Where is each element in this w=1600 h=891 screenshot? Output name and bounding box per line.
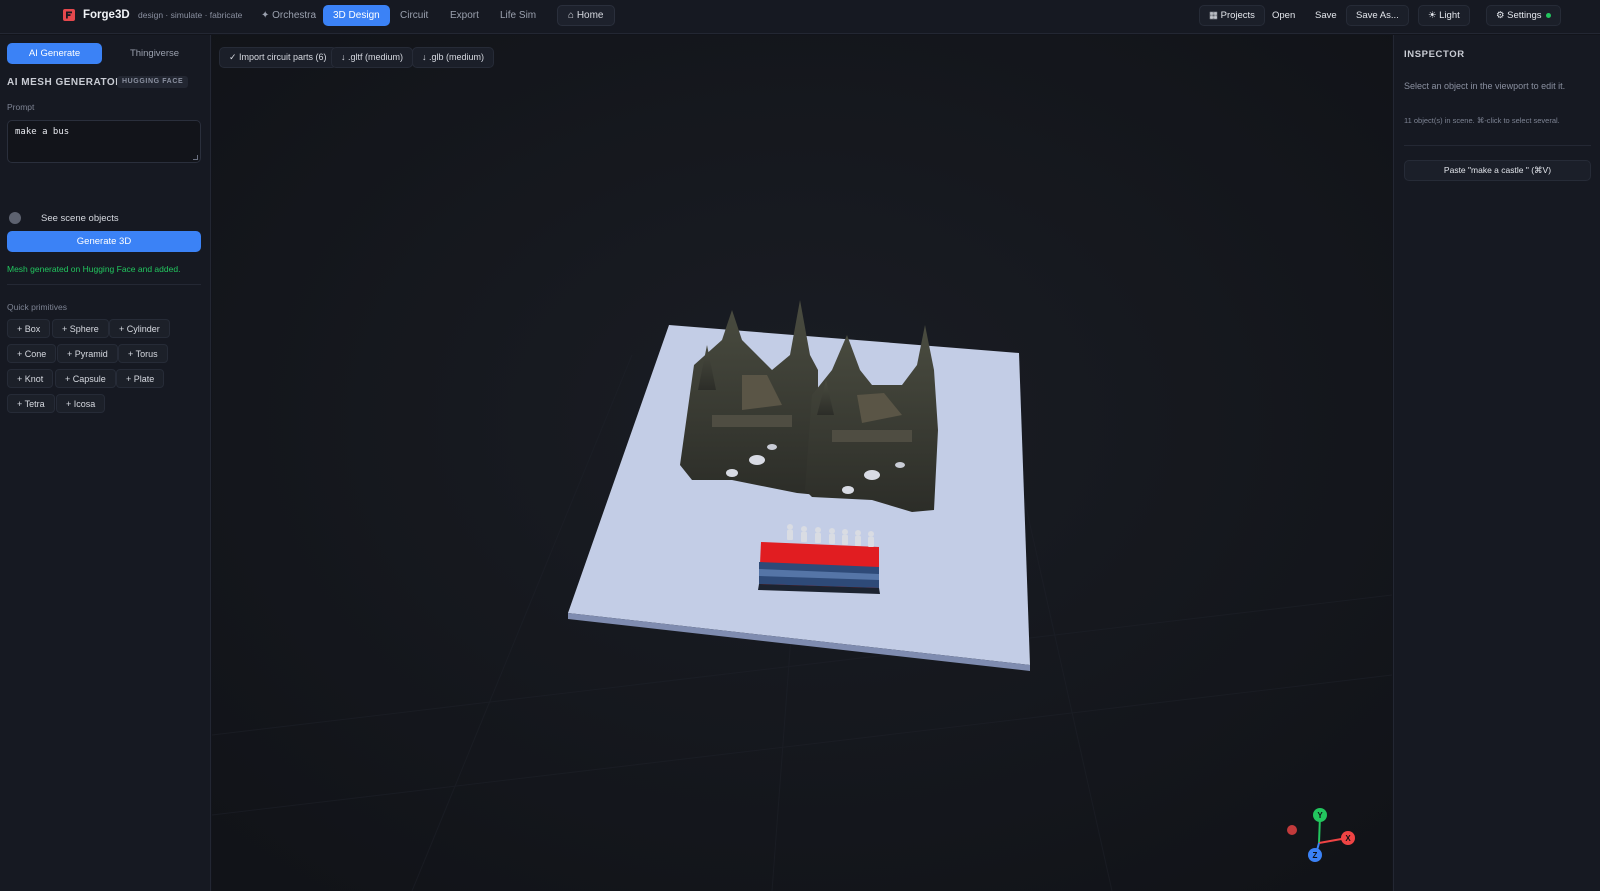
tab-ai-generate[interactable]: AI Generate — [7, 43, 102, 64]
save-as-button[interactable]: Save As... — [1346, 5, 1409, 26]
x-axis-label: X — [1345, 834, 1351, 843]
primitive-icosa-button[interactable]: + Icosa — [56, 394, 106, 413]
primitives-label: Quick primitives — [7, 302, 67, 312]
prompt-value: make a bus — [15, 127, 70, 137]
provider-badge: HUGGING FACE — [117, 76, 189, 88]
settings-button[interactable]: ⚙ Settings — [1486, 5, 1562, 26]
divider — [7, 284, 201, 285]
nav-3d-design[interactable]: 3D Design — [323, 5, 390, 26]
export-glb-button[interactable]: ↓ .glb (medium) — [412, 47, 495, 68]
brand-name: Forge3D — [83, 9, 130, 21]
import-circuit-parts-button[interactable]: ✓ Import circuit parts (6) — [219, 47, 337, 68]
paste-button[interactable]: Paste "make a castle " (⌘V) — [1404, 160, 1591, 181]
primitive-cone-button[interactable]: + Cone — [7, 344, 57, 363]
prompt-textarea[interactable]: make a bus — [7, 120, 201, 163]
home-button[interactable]: ⌂ Home — [557, 5, 615, 26]
primitive-plate-button[interactable]: + Plate — [116, 369, 165, 388]
open-button[interactable]: Open — [1262, 5, 1305, 26]
inspector-title: INSPECTOR — [1404, 49, 1465, 60]
primitive-cylinder-button[interactable]: + Cylinder — [109, 319, 170, 338]
export-gltf-button[interactable]: ↓ .gltf (medium) — [331, 47, 414, 68]
resize-grip-icon[interactable] — [193, 155, 198, 160]
scene-object-count: 11 object(s) in scene. ⌘-click to select… — [1404, 116, 1560, 125]
see-scene-objects-label: See scene objects — [41, 213, 119, 224]
primitive-box-button[interactable]: + Box — [7, 319, 51, 338]
theme-toggle-button[interactable]: ☀ Light — [1418, 5, 1470, 26]
section-title: AI MESH GENERATOR — [7, 77, 123, 88]
prompt-label: Prompt — [7, 102, 35, 112]
see-scene-objects-toggle[interactable] — [9, 212, 21, 224]
status-message: Mesh generated on Hugging Face and added… — [7, 264, 181, 274]
bus-model[interactable] — [758, 542, 880, 594]
z-axis-label: Z — [1313, 851, 1318, 860]
forge3d-logo-icon — [63, 9, 75, 21]
negative-x-handle[interactable] — [1287, 825, 1297, 835]
primitive-torus-button[interactable]: + Torus — [118, 344, 168, 363]
settings-label: ⚙ Settings — [1496, 10, 1542, 21]
generate-3d-button[interactable]: Generate 3D — [7, 231, 201, 252]
primitive-tetra-button[interactable]: + Tetra — [7, 394, 55, 413]
nav-circuit[interactable]: Circuit — [390, 5, 438, 26]
inspector-panel: INSPECTOR Select an object in the viewpo… — [1393, 35, 1600, 891]
sidebar-tabs: AI Generate Thingiverse — [7, 43, 202, 64]
3d-viewport[interactable]: Y X Z ✓ Import circuit parts (6) ↓ .gltf… — [212, 35, 1392, 891]
primitive-knot-button[interactable]: + Knot — [7, 369, 54, 388]
tab-thingiverse[interactable]: Thingiverse — [107, 43, 202, 64]
y-axis-label: Y — [1317, 811, 1323, 820]
brand-tagline: design · simulate · fabricate — [138, 10, 243, 20]
primitive-pyramid-button[interactable]: + Pyramid — [57, 344, 118, 363]
nav-orchestra[interactable]: ✦ Orchestra — [251, 5, 326, 26]
primitive-sphere-button[interactable]: + Sphere — [52, 319, 109, 338]
left-sidebar: AI Generate Thingiverse AI MESH GENERATO… — [0, 35, 211, 891]
top-bar: Forge3D design · simulate · fabricate ✦ … — [0, 0, 1600, 34]
projects-button[interactable]: ▦ Projects — [1199, 5, 1265, 26]
nav-export[interactable]: Export — [440, 5, 489, 26]
scene-canvas[interactable]: Y X Z — [212, 35, 1392, 891]
inspector-hint: Select an object in the viewport to edit… — [1404, 81, 1566, 91]
primitive-capsule-button[interactable]: + Capsule — [55, 369, 116, 388]
inspector-divider — [1404, 145, 1591, 146]
connection-status-dot — [1546, 12, 1552, 18]
save-button[interactable]: Save — [1305, 5, 1347, 26]
nav-life-sim[interactable]: Life Sim — [490, 5, 546, 26]
